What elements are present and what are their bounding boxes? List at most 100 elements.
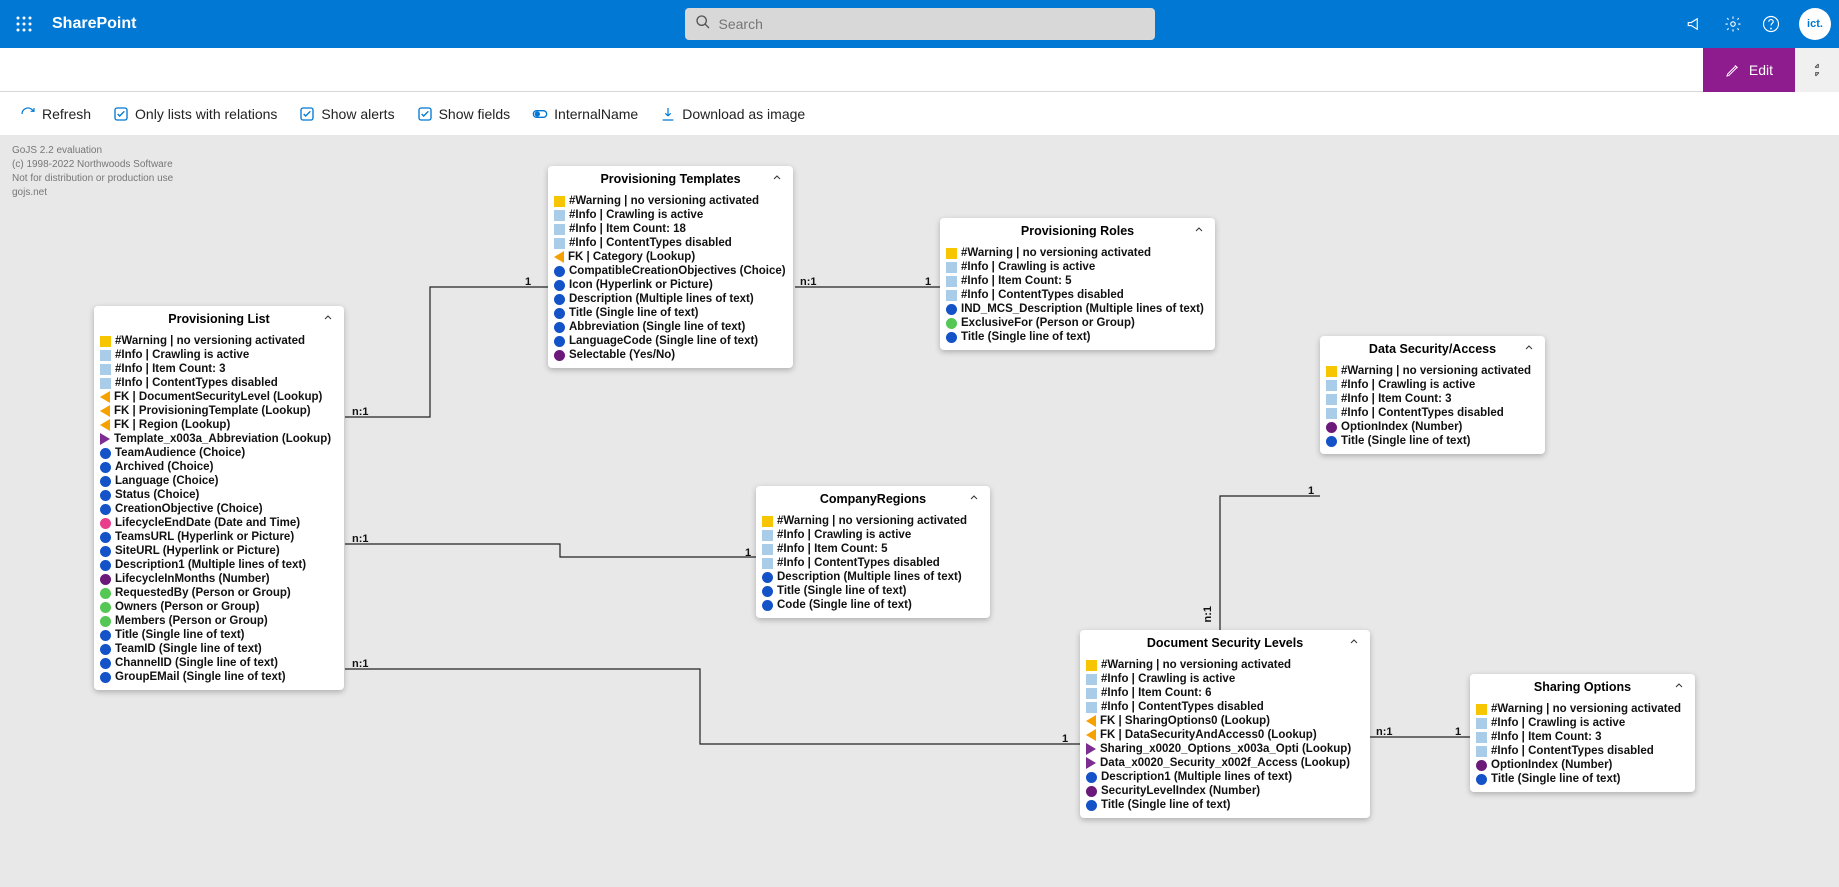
square-icon — [762, 516, 773, 527]
megaphone-icon[interactable] — [1685, 14, 1705, 34]
field-row: RequestedBy (Person or Group) — [100, 586, 338, 600]
card-provisioning-roles[interactable]: Provisioning Roles #Warning | no version… — [940, 218, 1215, 350]
field-row: #Warning | no versioning activated — [1476, 702, 1689, 716]
help-icon[interactable] — [1761, 14, 1781, 34]
app-launcher-icon[interactable] — [8, 8, 40, 40]
diagram-canvas[interactable]: GoJS 2.2 evaluation (c) 1998-2022 Northw… — [0, 136, 1839, 887]
field-row: Description1 (Multiple lines of text) — [100, 558, 338, 572]
circle-icon — [100, 546, 111, 557]
field-row: GroupEMail (Single line of text) — [100, 670, 338, 684]
chevron-up-icon[interactable] — [968, 492, 980, 507]
square-icon — [946, 248, 957, 259]
search-input[interactable] — [719, 16, 1145, 32]
field-row: FK | DocumentSecurityLevel (Lookup) — [100, 390, 338, 404]
field-label: #Warning | no versioning activated — [569, 195, 759, 207]
circle-icon — [100, 630, 111, 641]
field-row: OptionIndex (Number) — [1476, 758, 1689, 772]
field-row: CreationObjective (Choice) — [100, 502, 338, 516]
search-icon — [695, 14, 711, 35]
square-icon — [762, 544, 773, 555]
field-label: Selectable (Yes/No) — [569, 349, 675, 361]
field-row: OptionIndex (Number) — [1326, 420, 1539, 434]
field-row: #Info | Crawling is active — [946, 260, 1209, 274]
field-label: SecurityLevelIndex (Number) — [1101, 785, 1260, 797]
chevron-up-icon[interactable] — [1348, 636, 1360, 651]
show-fields-toggle[interactable]: Show fields — [417, 106, 511, 122]
edit-button[interactable]: Edit — [1703, 48, 1795, 92]
field-label: #Info | ContentTypes disabled — [1101, 701, 1264, 713]
card-title[interactable]: Provisioning Roles — [940, 218, 1215, 244]
page-command-bar: Edit — [0, 48, 1839, 92]
field-row: #Info | ContentTypes disabled — [1326, 406, 1539, 420]
card-document-security-levels[interactable]: Document Security Levels #Warning | no v… — [1080, 630, 1370, 818]
card-title-text: CompanyRegions — [820, 492, 926, 506]
field-row: TeamAudience (Choice) — [100, 446, 338, 460]
edit-button-label: Edit — [1749, 62, 1773, 78]
field-row: #Info | Item Count: 18 — [554, 222, 787, 236]
circle-icon — [1326, 436, 1337, 447]
card-title[interactable]: Sharing Options — [1470, 674, 1695, 700]
chevron-up-icon[interactable] — [322, 312, 334, 327]
card-title[interactable]: Provisioning Templates — [548, 166, 793, 192]
card-provisioning-templates[interactable]: Provisioning Templates #Warning | no ver… — [548, 166, 793, 368]
square-icon — [1086, 702, 1097, 713]
field-row: #Info | Crawling is active — [1476, 716, 1689, 730]
avatar[interactable]: ict. — [1799, 8, 1831, 40]
only-relations-toggle[interactable]: Only lists with relations — [113, 106, 277, 122]
chevron-up-icon[interactable] — [1193, 224, 1205, 239]
circle-icon — [554, 336, 565, 347]
internal-name-toggle[interactable]: InternalName — [532, 106, 638, 122]
field-label: Template_x003a_Abbreviation (Lookup) — [114, 433, 331, 445]
field-label: CreationObjective (Choice) — [115, 503, 263, 515]
field-row: TeamID (Single line of text) — [100, 642, 338, 656]
field-row: #Info | Crawling is active — [762, 528, 984, 542]
card-company-regions[interactable]: CompanyRegions #Warning | no versioning … — [756, 486, 990, 618]
chevron-up-icon[interactable] — [1523, 342, 1535, 357]
field-label: Title (Single line of text) — [1341, 435, 1471, 447]
field-row: Members (Person or Group) — [100, 614, 338, 628]
header-actions: ict. — [1685, 8, 1831, 40]
chevron-up-icon[interactable] — [771, 172, 783, 187]
field-row: #Info | ContentTypes disabled — [554, 236, 787, 250]
search-box[interactable] — [685, 8, 1155, 40]
card-title[interactable]: Document Security Levels — [1080, 630, 1370, 656]
field-label: Description (Multiple lines of text) — [569, 293, 754, 305]
circle-icon — [1476, 760, 1487, 771]
gear-icon[interactable] — [1723, 14, 1743, 34]
card-title[interactable]: Provisioning List — [94, 306, 344, 332]
card-title-text: Provisioning Templates — [600, 172, 740, 186]
field-label: TeamAudience (Choice) — [115, 447, 245, 459]
download-image-button[interactable]: Download as image — [660, 106, 805, 122]
link-label: n:1 — [352, 533, 369, 545]
field-row: FK | SharingOptions0 (Lookup) — [1086, 714, 1364, 728]
circle-icon — [1086, 786, 1097, 797]
field-label: FK | Region (Lookup) — [114, 419, 230, 431]
field-label: #Warning | no versioning activated — [1101, 659, 1291, 671]
card-title[interactable]: CompanyRegions — [756, 486, 990, 512]
card-provisioning-list[interactable]: Provisioning List #Warning | no versioni… — [94, 306, 344, 690]
field-label: #Info | ContentTypes disabled — [569, 237, 732, 249]
field-row: Description (Multiple lines of text) — [554, 292, 787, 306]
card-title-text: Data Security/Access — [1369, 342, 1496, 356]
show-alerts-toggle[interactable]: Show alerts — [299, 106, 394, 122]
gojs-watermark: GoJS 2.2 evaluation (c) 1998-2022 Northw… — [12, 144, 173, 200]
field-row: LanguageCode (Single line of text) — [554, 334, 787, 348]
field-label: LanguageCode (Single line of text) — [569, 335, 758, 347]
card-sharing-options[interactable]: Sharing Options #Warning | no versioning… — [1470, 674, 1695, 792]
square-icon — [100, 364, 111, 375]
triangle-left-icon — [100, 419, 110, 431]
field-row: ChannelID (Single line of text) — [100, 656, 338, 670]
chevron-up-icon[interactable] — [1673, 680, 1685, 695]
square-icon — [1476, 746, 1487, 757]
square-icon — [554, 238, 565, 249]
triangle-left-icon — [554, 251, 564, 263]
card-data-security-access[interactable]: Data Security/Access #Warning | no versi… — [1320, 336, 1545, 454]
field-label: #Info | Item Count: 5 — [777, 543, 888, 555]
card-title[interactable]: Data Security/Access — [1320, 336, 1545, 362]
field-row: #Info | ContentTypes disabled — [100, 376, 338, 390]
collapse-icon[interactable] — [1795, 48, 1839, 92]
field-label: Description (Multiple lines of text) — [777, 571, 962, 583]
refresh-button[interactable]: Refresh — [20, 106, 91, 122]
link-label: n:1 — [352, 406, 369, 418]
field-row: LifecycleEndDate (Date and Time) — [100, 516, 338, 530]
